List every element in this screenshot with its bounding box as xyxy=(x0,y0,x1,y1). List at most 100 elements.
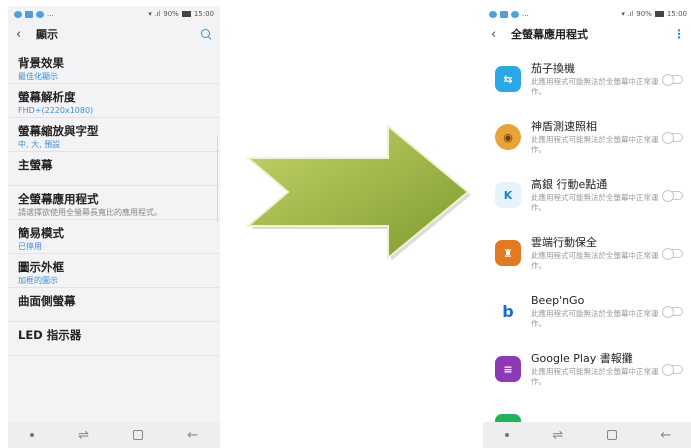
nav-dot-icon[interactable] xyxy=(504,433,509,437)
more-options-icon[interactable]: ⋮ xyxy=(673,27,685,41)
settings-item-title: 背景效果 xyxy=(18,56,64,70)
settings-item-title: 曲面側螢幕 xyxy=(18,294,76,308)
settings-item-subtitle: 加框的圖示 xyxy=(18,276,58,285)
app-description: 此應用程式可能無法於全螢幕中正常運作。 xyxy=(531,135,659,154)
app-list-item[interactable]: ◉ 神盾測速照相此應用程式可能無法於全螢幕中正常運作。 xyxy=(483,108,691,166)
settings-item-subtitle: 中, 大, 預設 xyxy=(18,140,61,149)
settings-item-title: 主螢幕 xyxy=(18,158,53,172)
more-notifications-icon: ... xyxy=(47,10,54,18)
app-name: 神盾測速照相 xyxy=(531,120,597,133)
app-list-item[interactable]: ♜ 雲端行動保全 此應用程式可能無法於全螢幕中正常運作。 xyxy=(483,224,691,282)
gallery-icon xyxy=(500,10,508,18)
recent-apps-icon[interactable]: ⇌ xyxy=(78,428,89,443)
signal-icon: ▾ .ıl xyxy=(148,10,161,18)
settings-item[interactable]: 螢幕解析度 FHD+(2220x1080) xyxy=(8,84,220,118)
app-bar: ‹ 全螢幕應用程式 ⋮ xyxy=(483,22,691,46)
fullscreen-toggle[interactable] xyxy=(662,363,683,376)
clock: 15:00 xyxy=(666,10,687,18)
status-right: ▾ .ıl 90% 15:00 xyxy=(148,10,214,18)
settings-item-subtitle: 已停用 xyxy=(18,242,42,251)
home-icon[interactable] xyxy=(606,430,617,440)
battery-text: 90% xyxy=(163,10,179,18)
left-phone-screen: ... ▾ .ıl 90% 15:00 ‹ 顯示 背景效果 最佳化顯示螢幕解析度 F… xyxy=(8,6,220,448)
speed-camera-icon: ◉ xyxy=(495,124,521,150)
page-title: 全螢幕應用程式 xyxy=(511,28,588,41)
app-list: ⇆ 茄子換機 此應用程式可能無法於全螢幕中正常運作。 ◉ 神盾測速照相 此應用程式可能無法… xyxy=(483,50,691,448)
scroll-handle[interactable] xyxy=(217,136,220,222)
home-icon[interactable] xyxy=(133,430,144,440)
settings-item-title: 螢幕縮放與字型 xyxy=(18,124,99,138)
page-title: 顯示 xyxy=(36,28,58,41)
app-description: 此應用程式可能無法於全螢幕中正常運作。 xyxy=(531,309,659,328)
nav-dot-icon[interactable] xyxy=(30,433,35,437)
notification-icons: ... xyxy=(489,10,529,18)
app-text: 茄子換機 此應用程式可能無法於全螢幕中正常運作。 xyxy=(531,62,663,96)
settings-item[interactable]: 圖示外框 加框的圖示 xyxy=(8,254,220,288)
battery-icon xyxy=(654,11,664,17)
app-text: 雲端行動保全此應用程式可能無法於全螢幕中正常運作。 xyxy=(531,236,663,270)
fullscreen-toggle[interactable] xyxy=(662,189,683,202)
right-phone-screen: ... ▾ .ıl 90% 15:00 ‹ 全螢幕應用程式 ⋮ ⇆ 茄子換機 此應用… xyxy=(483,6,691,448)
fullscreen-toggle[interactable] xyxy=(662,131,683,144)
fullscreen-toggle[interactable] xyxy=(662,247,683,260)
navigation-bar: ⇌ ← xyxy=(483,422,691,448)
app-name: 茄子換機 xyxy=(531,62,575,75)
right-arrow-graphic xyxy=(245,123,471,260)
status-bar: ... ▾ .ıl 90% 15:00 xyxy=(483,6,691,22)
recent-apps-icon[interactable]: ⇌ xyxy=(552,428,563,443)
app-name: 高銀 行動e點通 xyxy=(531,178,608,191)
bank-k-icon: K xyxy=(495,182,521,208)
signal-icon: ▾ .ıl xyxy=(621,10,634,18)
settings-item-subtitle xyxy=(18,343,210,355)
search-icon[interactable] xyxy=(200,28,212,40)
app-name: Google Play 書報攤 xyxy=(531,352,633,365)
back-icon[interactable]: ← xyxy=(187,428,198,443)
settings-item[interactable]: 全螢幕應用程式請選擇欲使用全螢幕長寬比的應用程式。 xyxy=(8,186,220,220)
settings-item-title: 全螢幕應用程式 xyxy=(18,192,99,206)
settings-item[interactable]: 主螢幕 xyxy=(8,152,220,186)
fullscreen-toggle[interactable] xyxy=(662,73,683,86)
settings-item-subtitle: FHD+(2220x1080) xyxy=(18,106,94,115)
status-right: ▾ .ıl 90% 15:00 xyxy=(621,10,687,18)
settings-item-title: LED 指示器 xyxy=(18,328,82,342)
more-notifications-icon: ... xyxy=(522,10,529,18)
settings-item[interactable]: 簡易模式 已停用 xyxy=(8,220,220,254)
app-notification-icon xyxy=(36,10,44,18)
app-bar: ‹ 顯示 xyxy=(8,22,220,46)
app-name: Beep'nGo xyxy=(531,294,585,307)
app-text: 神盾測速照相此應用程式可能無法於全螢幕中正常運作。 xyxy=(531,120,663,154)
fullscreen-toggle[interactable] xyxy=(662,305,683,318)
settings-item[interactable]: 曲面側螢幕 xyxy=(8,288,220,322)
app-list-item[interactable]: ≡ Google Play 書報攤此應用程式可能無法於全螢幕中正常運作。 xyxy=(483,340,691,398)
settings-item-title: 螢幕解析度 xyxy=(18,90,76,104)
app-name: 雲端行動保全 xyxy=(531,236,597,249)
navigation-bar: ⇌ ← xyxy=(8,422,220,448)
app-notification-icon xyxy=(511,10,519,18)
phone-swap-icon: ⇆ xyxy=(495,66,521,92)
app-text: Beep'nGo 此應用程式可能無法於全螢幕中正常運作。 xyxy=(531,294,663,328)
app-list-item[interactable]: K 高銀 行動e點通此應用程式可能無法於全螢幕中正常運作。 xyxy=(483,166,691,224)
settings-item-subtitle xyxy=(18,309,210,321)
play-newsstand-icon: ≡ xyxy=(495,356,521,382)
status-bar: ... ▾ .ıl 90% 15:00 xyxy=(8,6,220,22)
app-description: 此應用程式可能無法於全螢幕中正常運作。 xyxy=(531,367,659,386)
notification-icon xyxy=(489,10,497,18)
settings-item[interactable]: 螢幕縮放與字型中, 大, 預設 xyxy=(8,118,220,152)
battery-text: 90% xyxy=(636,10,652,18)
app-list-item[interactable]: ⇆ 茄子換機 此應用程式可能無法於全螢幕中正常運作。 xyxy=(483,50,691,108)
clock: 15:00 xyxy=(193,10,214,18)
notification-icons: ... xyxy=(14,10,54,18)
settings-item[interactable]: LED 指示器 xyxy=(8,322,220,356)
app-description: 此應用程式可能無法於全螢幕中正常運作。 xyxy=(531,193,659,212)
settings-item[interactable]: 背景效果 最佳化顯示 xyxy=(8,50,220,84)
settings-item-subtitle: 請選擇欲使用全螢幕長寬比的應用程式。 xyxy=(18,208,162,217)
back-arrow-icon[interactable]: ‹ xyxy=(16,28,30,41)
settings-item-title: 圖示外框 xyxy=(18,260,64,274)
back-icon[interactable]: ← xyxy=(660,428,671,443)
app-list-item[interactable]: b Beep'nGo 此應用程式可能無法於全螢幕中正常運作。 xyxy=(483,282,691,340)
comparison-screenshot: ... ▾ .ıl 90% 15:00 ‹ 顯示 背景效果 最佳化顯示螢幕解析度 F… xyxy=(0,0,691,448)
app-description: 此應用程式可能無法於全螢幕中正常運作。 xyxy=(531,251,659,270)
battery-icon xyxy=(181,11,191,17)
app-text: Google Play 書報攤此應用程式可能無法於全螢幕中正常運作。 xyxy=(531,352,663,386)
back-arrow-icon[interactable]: ‹ xyxy=(491,28,505,41)
